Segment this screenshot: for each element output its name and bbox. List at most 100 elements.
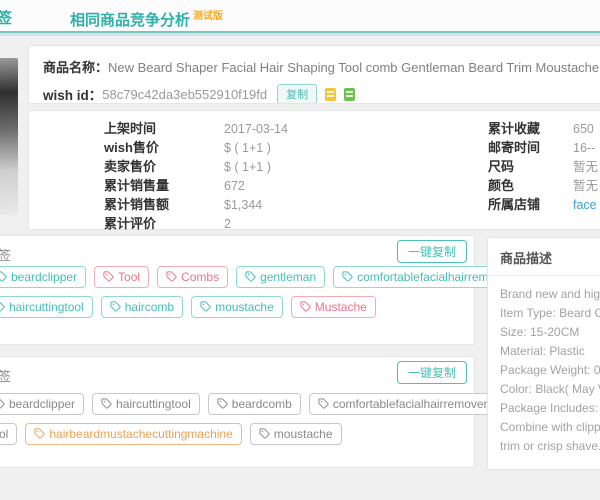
stats-row: 上架时间 2017-03-14: [104, 119, 288, 138]
stats-row: wish售价 $ ( 1+1 ): [104, 138, 288, 157]
copy-all-tags-button-1[interactable]: 一键复制: [396, 240, 467, 263]
tag-chip: hairbeardmustachecuttingmachine: [25, 422, 242, 445]
green-badge-icon[interactable]: [344, 87, 356, 101]
tag-label: moustache: [273, 426, 333, 441]
tag-chip: gentleman: [236, 265, 326, 288]
stats-row: 颜色 暂无: [488, 176, 598, 195]
product-name: New Beard Shaper Facial Hair Shaping Too…: [108, 60, 600, 75]
stats-value: $ ( 1+1 ): [224, 141, 271, 155]
stats-label: 颜色: [488, 178, 515, 193]
tag-chip: beardclipper: [0, 265, 87, 288]
stats-row: 累计评价 2: [104, 214, 288, 233]
tag-chip: beardcomb: [207, 392, 301, 415]
tag-label: beardclipper: [9, 396, 76, 411]
tag-icon: [300, 301, 311, 312]
tab-label: 相同商品竞争分析: [70, 12, 191, 29]
stats-row: 所属店铺 face: [488, 195, 598, 214]
stats-value: 2: [224, 217, 231, 231]
tag-icon: [110, 301, 121, 312]
stats-right-column: 累计收藏 650 邮寄时间 16-- 尺码 暂无 颜色 暂无 所属店铺 face: [488, 119, 598, 214]
product-image: [0, 58, 18, 215]
description-line: trim or crisp shave.: [500, 439, 600, 453]
product-name-card: 商品名称：New Beard Shaper Facial Hair Shapin…: [28, 45, 600, 104]
tag-icon: [34, 428, 45, 439]
description-lines: Brand new and high q Item Type: Beard Com…: [488, 276, 600, 465]
stats-row: 累计收藏 650: [488, 119, 598, 138]
stats-label: 尺码: [488, 159, 515, 174]
stats-value: 暂无: [573, 160, 599, 174]
tags-section-1: 标签 一键复制 beardclipperToolCombsgentlemanco…: [0, 235, 521, 345]
tag-chip: ol: [0, 422, 18, 445]
description-line: Combine with clippers: [500, 420, 600, 434]
tag-label: Combs: [181, 269, 220, 284]
stats-row: 尺码 暂无: [488, 157, 598, 176]
tags-section-2: 标签 一键复制 beardclipperhaircuttingtoolbeard…: [0, 356, 497, 468]
tag-label: haircuttingtool: [9, 299, 84, 314]
tag-chip: Mustache: [290, 295, 376, 318]
tag-icon: [342, 271, 353, 282]
tag-label: beardclipper: [11, 269, 78, 284]
description-title: 商品描述: [488, 238, 600, 276]
tag-icon: [166, 271, 177, 282]
tab-same-product-analysis[interactable]: 相同商品竞争分析 测试版: [70, 7, 223, 30]
tag-label: haircuttingtool: [116, 396, 191, 411]
tag-icon: [245, 271, 256, 282]
stats-value: $1,344: [224, 198, 263, 212]
shop-link[interactable]: face: [573, 198, 597, 212]
tag-label: hairbeardmustachecuttingmachine: [49, 426, 233, 441]
tag-chip: haircuttingtool: [92, 392, 200, 415]
copy-all-tags-button-2[interactable]: 一键复制: [396, 361, 467, 384]
wish-id-label: wish id：: [43, 88, 103, 103]
tag-icon: [0, 398, 5, 409]
stats-value: 16--: [573, 141, 596, 155]
stats-label: 上架时间: [104, 121, 157, 136]
tag-icon: [0, 271, 7, 282]
stats-label: 累计收藏: [488, 121, 541, 136]
stats-value: $ ( 1+1 ): [224, 160, 271, 174]
tag-label: ol: [0, 426, 9, 441]
tab-tags-partial[interactable]: 标签: [0, 7, 12, 28]
tag-icon: [0, 301, 5, 312]
stats-label: 卖家售价: [104, 159, 157, 174]
wish-id-value: 58c79c42da3eb552910f19fd: [102, 86, 268, 102]
stats-row: 卖家售价 $ ( 1+1 ): [104, 157, 288, 176]
description-line: Package Weight: 0.1kg: [500, 363, 600, 377]
screen: 标签 相同商品竞争分析测试版 商品名称：New Beard Shaper Fac…: [0, 0, 600, 500]
tag-chip: beardclipper: [0, 392, 85, 415]
stats-value: 650: [573, 122, 594, 136]
stats-label: 累计销售量: [104, 178, 170, 193]
tag-label: Tool: [118, 269, 141, 284]
stats-row: 邮寄时间 16--: [488, 138, 598, 157]
product-name-label: 商品名称：: [43, 60, 109, 75]
tag-chip: Combs: [157, 265, 229, 288]
stats-value: 2017-03-14: [224, 122, 288, 136]
tag-chip: haircuttingtool: [0, 295, 93, 318]
tags-rows-1: beardclipper Tool Combs gentleman comfortabl…: [0, 265, 521, 325]
tag-label: gentleman: [260, 269, 317, 284]
tags-section-1-title: 标签: [0, 248, 12, 263]
stats-row: 累计销售额 $1,344: [104, 195, 288, 214]
stats-label: 邮寄时间: [488, 140, 541, 155]
tag-row: haircuttingtool haircomb moustache Mustache: [0, 295, 468, 318]
tag-row: beardclipper Tool Combs gentleman comfortabl…: [0, 265, 521, 288]
tag-icon: [217, 398, 228, 409]
stats-card: 上架时间 2017-03-14 wish售价 $ ( 1+1 ) 卖家售价 $ ( 1+1…: [28, 110, 600, 233]
tag-chip: comfortablefacialhairremover: [308, 392, 497, 415]
description-line: Item Type: Beard Com: [500, 306, 600, 320]
description-line: Color: Black( May Vary: [500, 382, 600, 396]
stats-value: 672: [224, 179, 245, 193]
tag-chip: moustache: [249, 422, 342, 445]
tag-chip: Tool: [94, 265, 150, 288]
stats-label: wish售价: [104, 140, 159, 155]
tag-label: haircomb: [124, 299, 175, 314]
description-panel: 商品描述 Brand new and high q Item Type: Bear…: [487, 237, 600, 470]
tag-row: beardclipper haircuttingtool beardcomb comf…: [0, 392, 497, 415]
description-line: Material: Plastic: [500, 344, 585, 358]
tag-icon: [101, 398, 112, 409]
yellow-badge-icon[interactable]: [325, 87, 337, 101]
stats-left-column: 上架时间 2017-03-14 wish售价 $ ( 1+1 ) 卖家售价 $ ( 1+1…: [104, 119, 288, 233]
stats-row: 累计销售量 672: [104, 176, 288, 195]
tag-chip: moustache: [191, 295, 283, 318]
copy-wish-id-button[interactable]: 复制: [277, 84, 318, 103]
tag-icon: [318, 398, 329, 409]
